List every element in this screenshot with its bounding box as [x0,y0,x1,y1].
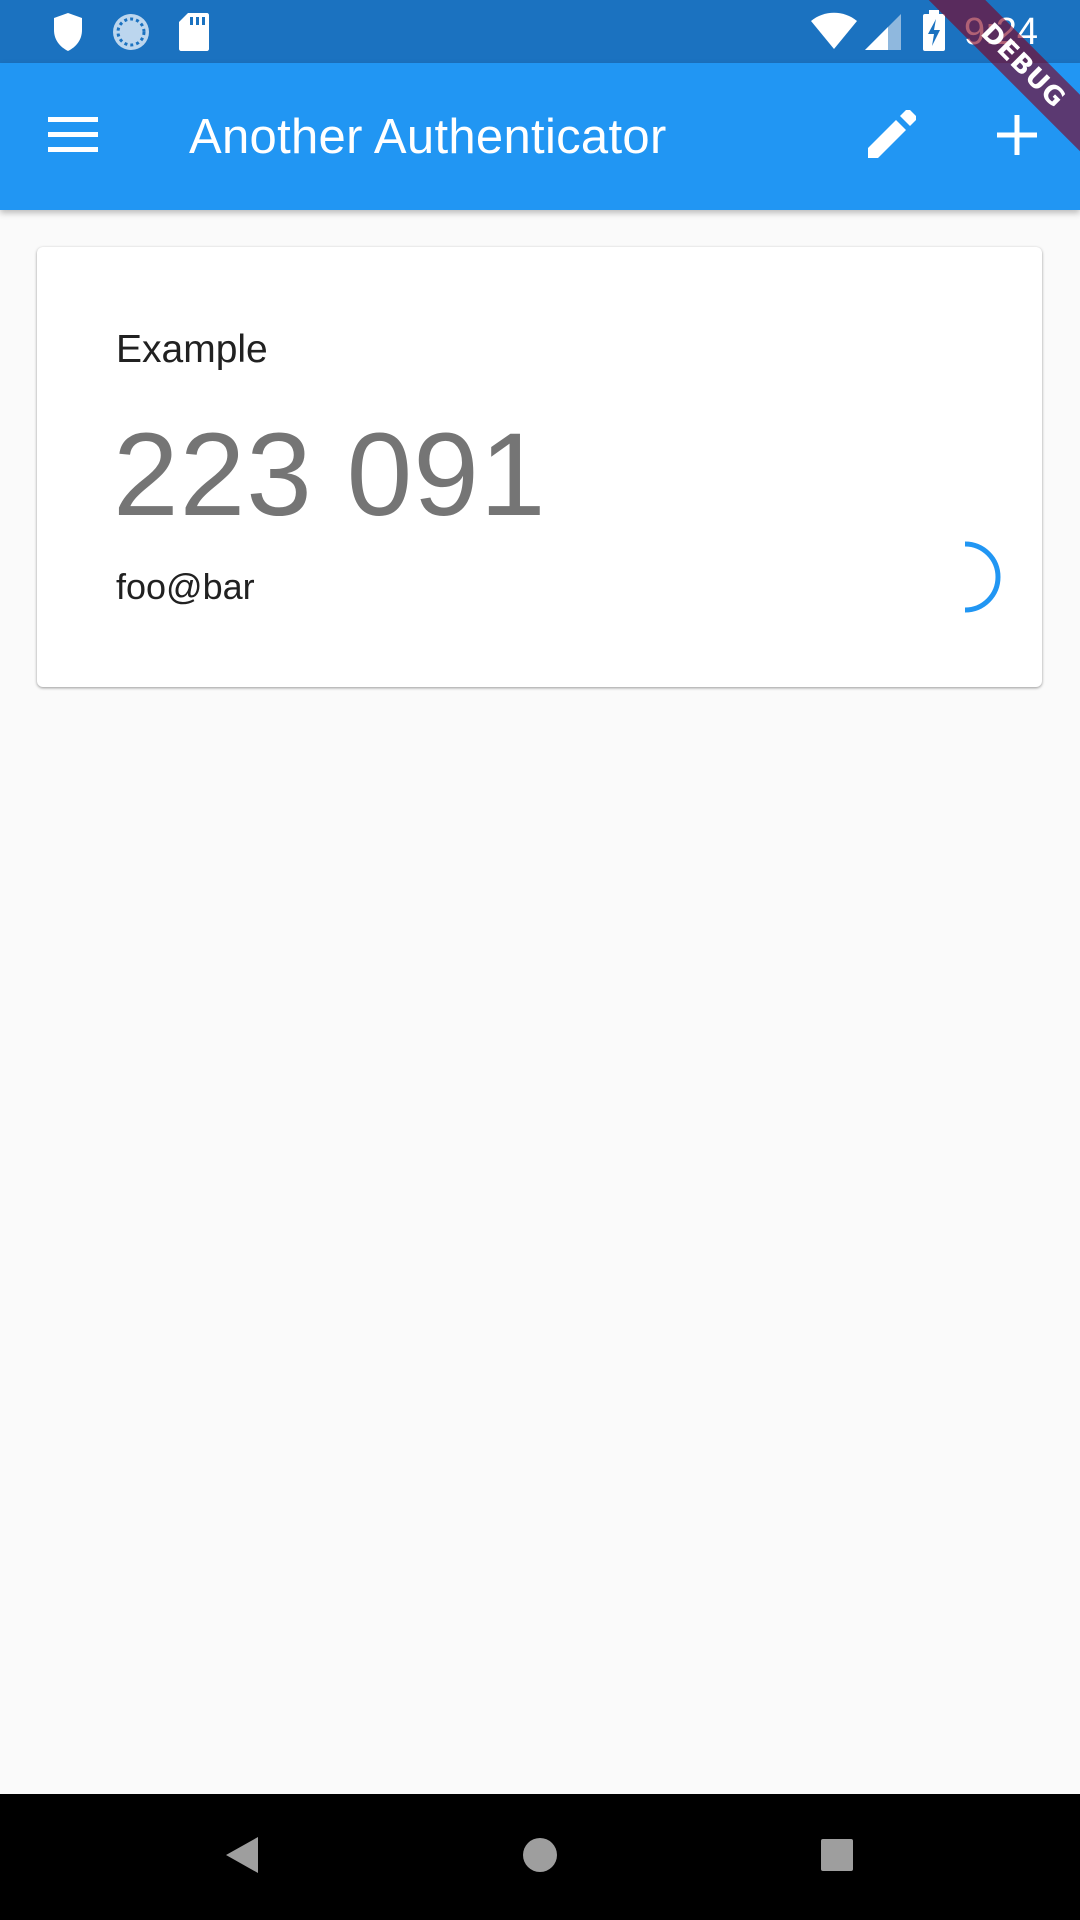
app-bar: Another Authenticator [0,63,1080,210]
otp-code: 223 091 [113,409,547,541]
countdown-progress-indicator [935,537,1015,617]
status-bar: 9:24 [0,0,1080,63]
edit-button[interactable] [849,95,933,179]
screen: 9:24 Another Authenticator DEBUG Example… [0,0,1080,1920]
wifi-icon [810,12,858,55]
recents-icon [820,1838,854,1877]
add-icon [997,114,1037,160]
battery-charging-icon [922,10,946,57]
account-card[interactable]: Example 223 091 foo@bar [37,247,1042,687]
back-icon [224,1835,260,1880]
edit-icon [866,108,917,165]
cellular-signal-icon [864,13,902,56]
add-button[interactable] [975,95,1059,179]
menu-button[interactable] [31,95,115,179]
home-button[interactable] [502,1819,578,1895]
status-time: 9:24 [964,11,1038,53]
app-title: Another Authenticator [189,110,667,164]
account-name: foo@bar [116,566,255,607]
shield-icon [52,12,84,57]
back-button[interactable] [204,1819,280,1895]
navigation-bar [0,1794,1080,1920]
sync-circle-icon [111,12,151,57]
menu-icon [48,116,98,158]
sd-card-icon [178,12,210,57]
recents-button[interactable] [799,1819,875,1895]
home-icon [521,1836,559,1879]
account-issuer: Example [116,328,268,371]
